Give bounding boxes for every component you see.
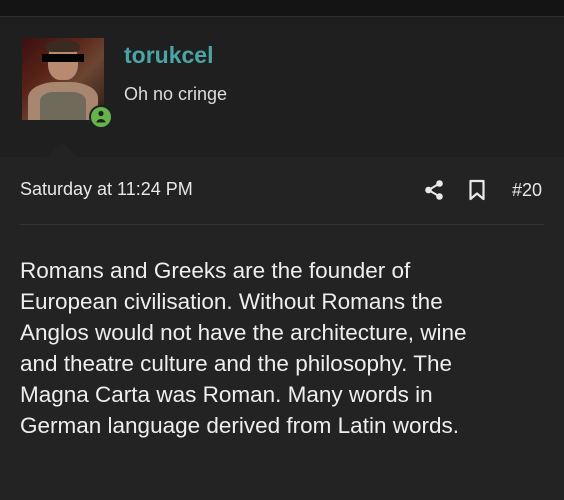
post-text-line: German language derived from Latin words… — [20, 413, 459, 438]
header-pointer — [45, 143, 79, 158]
user-online-icon — [89, 105, 113, 129]
post-text-line: European civilisation. Without Romans th… — [20, 289, 443, 314]
post-content: Romans and Greeks are the founder of Eur… — [20, 255, 550, 441]
post-actions: #20 — [424, 179, 542, 201]
share-icon[interactable] — [424, 179, 444, 201]
username-link[interactable]: torukcel — [124, 42, 213, 69]
post-text-line: Magna Carta was Roman. Many words in — [20, 382, 433, 407]
post-text-line: Romans and Greeks are the founder of — [20, 258, 411, 283]
user-avatar[interactable] — [22, 38, 113, 129]
divider — [20, 224, 544, 225]
post-text-line: and theatre culture and the philosophy. … — [20, 351, 452, 376]
post-body: Saturday at 11:24 PM #20 Romans and Gree… — [0, 157, 564, 500]
post-number-link[interactable]: #20 — [512, 180, 542, 201]
bookmark-icon[interactable] — [468, 179, 486, 201]
top-bar — [0, 0, 564, 17]
user-title: Oh no cringe — [124, 84, 228, 104]
post-text-line: Anglos would not have the architecture, … — [20, 320, 467, 345]
censor-bar — [42, 54, 84, 62]
post-timestamp[interactable]: Saturday at 11:24 PM — [20, 179, 193, 200]
